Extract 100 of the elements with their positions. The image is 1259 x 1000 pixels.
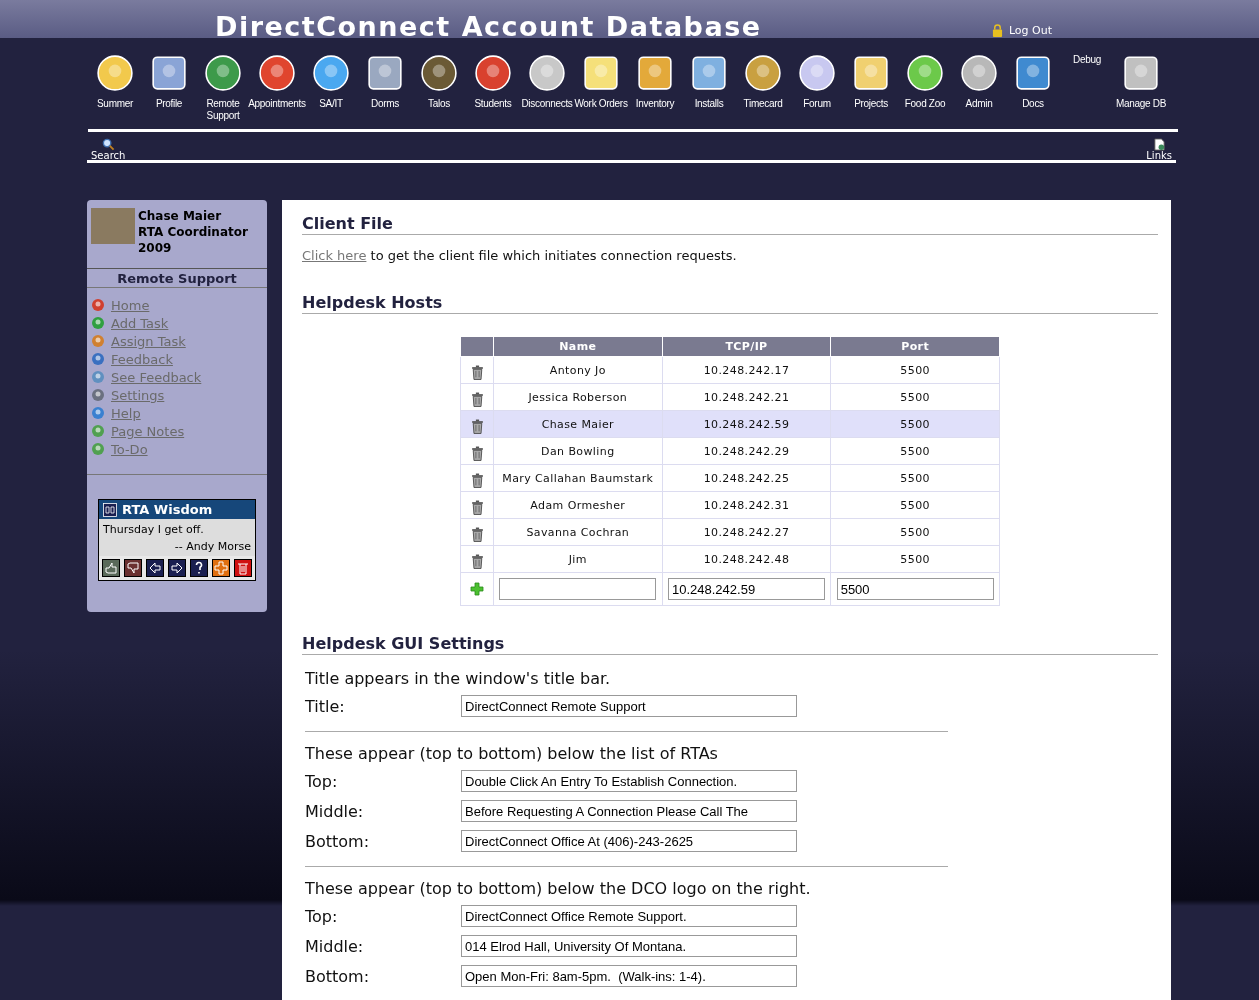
user-role: RTA Coordinator <box>138 224 248 240</box>
table-cell: Jim <box>493 545 663 573</box>
table-cell: 5500 <box>830 356 1000 384</box>
nav-item[interactable]: Disconnects <box>520 54 574 129</box>
links-link[interactable]: Links <box>1142 132 1176 160</box>
input-field[interactable]: DirectConnect Office Remote Support. <box>461 905 797 927</box>
nav-item[interactable]: Talos <box>412 54 466 129</box>
host-row[interactable]: Adam Ormesher 10.248.242.31 5500 <box>460 491 1000 519</box>
name-input[interactable] <box>499 578 657 600</box>
client-file-link[interactable]: Click here <box>302 248 367 263</box>
nav-item[interactable]: Projects <box>844 54 898 129</box>
trash-icon[interactable] <box>470 472 484 488</box>
wisdom-title: RTA Wisdom <box>122 502 213 517</box>
client-file-text: Click here to get the client file which initiates connection requests. <box>302 248 738 263</box>
logout-link[interactable]: Log Out <box>991 24 1052 38</box>
photo-placeholder <box>91 208 135 244</box>
host-row[interactable]: Chase Maier 10.248.242.59 5500 <box>460 410 1000 438</box>
nav-item[interactable]: Inventory <box>628 54 682 129</box>
site-title: DirectConnect Account Database <box>215 12 762 42</box>
nav-item[interactable]: Food Zoo <box>898 54 952 129</box>
trash-icon[interactable] <box>470 553 484 569</box>
input-field[interactable]: Open Mon-Fri: 8am-5pm. (Walk-ins: 1-4). <box>461 965 797 987</box>
add-icon[interactable] <box>212 559 230 577</box>
thumbs-up-icon[interactable] <box>102 559 120 577</box>
input-field[interactable]: 014 Elrod Hall, University Of Montana. <box>461 935 797 957</box>
nav-item[interactable]: Dorms <box>358 54 412 129</box>
quote-author: -- Andy Morse <box>173 539 252 555</box>
thumbs-down-icon[interactable] <box>124 559 142 577</box>
host-row[interactable]: Savanna Cochran 10.248.242.27 5500 <box>460 518 1000 546</box>
table-cell: Dan Bowling <box>493 437 663 465</box>
nav-item[interactable]: Work Orders <box>574 54 628 129</box>
trash-icon[interactable] <box>470 391 484 407</box>
document-icon <box>1152 138 1166 151</box>
section-heading: Client File <box>302 214 1158 235</box>
nav-item[interactable]: Students <box>466 54 520 129</box>
table-cell: Adam Ormesher <box>493 491 663 519</box>
host-row[interactable]: Mary Callahan Baumstark 10.248.242.25 5500 <box>460 464 1000 492</box>
host-row[interactable]: Antony Jo 10.248.242.17 5500 <box>460 356 1000 384</box>
table-cell: Mary Callahan Baumstark <box>493 464 663 492</box>
table-cell: Jessica Roberson <box>493 383 663 411</box>
column-header: TCP/IP <box>662 336 831 357</box>
input-field[interactable]: Before Requesting A Connection Please Call The <box>461 800 797 822</box>
section-heading: Helpdesk Hosts <box>302 293 1158 314</box>
book-icon <box>103 502 117 517</box>
table-cell: 5500 <box>830 464 1000 492</box>
table-cell: Chase Maier <box>493 410 663 438</box>
trash-icon[interactable] <box>470 526 484 542</box>
table-cell: 5500 <box>830 518 1000 546</box>
user-year: 2009 <box>138 240 173 256</box>
field-label: Bottom: <box>305 966 371 986</box>
table-cell: 10.248.242.48 <box>662 545 831 573</box>
field-label: Bottom: <box>305 831 371 851</box>
port-input[interactable]: 5500 <box>836 578 994 600</box>
nav-item[interactable]: Docs <box>1006 54 1060 129</box>
input-field[interactable]: Double Click An Entry To Establish Connection. <box>461 770 797 792</box>
table-cell: Savanna Cochran <box>493 518 663 546</box>
group-description: These appear (top to bottom) below the list of RTAs <box>305 744 719 763</box>
section-heading: Helpdesk GUI Settings <box>302 634 1158 655</box>
nav-item[interactable]: Debug <box>1060 54 1114 129</box>
input-field[interactable]: DirectConnect Remote Support <box>461 695 797 717</box>
table-cell: 10.248.242.17 <box>662 356 831 384</box>
column-header: Port <box>830 336 1000 357</box>
nav-item[interactable]: Profile <box>142 54 196 129</box>
table-cell: 5500 <box>830 545 1000 573</box>
delete-icon[interactable] <box>234 559 252 577</box>
ip-input[interactable]: 10.248.242.59 <box>668 578 825 600</box>
trash-icon[interactable] <box>470 445 484 461</box>
group-description: Title appears in the window's title bar. <box>305 669 612 688</box>
column-header: Name <box>493 336 663 357</box>
field-label: Title: <box>305 696 346 716</box>
table-cell: 10.248.242.59 <box>662 410 831 438</box>
host-row[interactable]: Jim 10.248.242.48 5500 <box>460 545 1000 573</box>
field-label: Middle: <box>305 801 365 821</box>
nav-item[interactable]: Admin <box>952 54 1006 129</box>
table-cell: 10.248.242.31 <box>662 491 831 519</box>
nav-item[interactable]: Appointments <box>250 54 304 129</box>
nav-item[interactable]: Manage DB <box>1114 54 1168 129</box>
trash-icon[interactable] <box>470 364 484 380</box>
group-description: These appear (top to bottom) below the DCO logo on the right. <box>305 879 812 898</box>
table-cell: 5500 <box>830 410 1000 438</box>
table-cell: 5500 <box>830 383 1000 411</box>
host-row[interactable]: Dan Bowling 10.248.242.29 5500 <box>460 437 1000 465</box>
field-label: Middle: <box>305 936 365 956</box>
search-link[interactable]: Search <box>87 132 130 160</box>
input-field[interactable]: DirectConnect Office At (406)-243-2625 <box>461 830 797 852</box>
field-label: Top: <box>305 771 339 791</box>
nav-item[interactable]: Timecard <box>736 54 790 129</box>
table-cell: 10.248.242.27 <box>662 518 831 546</box>
table-cell: Antony Jo <box>493 356 663 384</box>
previous-icon[interactable] <box>146 559 164 577</box>
table-cell: 10.248.242.29 <box>662 437 831 465</box>
trash-icon[interactable] <box>470 499 484 515</box>
next-icon[interactable] <box>168 559 186 577</box>
lock-icon <box>991 24 1003 37</box>
trash-icon[interactable] <box>470 418 484 434</box>
nav-item[interactable]: Forum <box>790 54 844 129</box>
host-row[interactable]: Jessica Roberson 10.248.242.21 5500 <box>460 383 1000 411</box>
table-cell: 5500 <box>830 437 1000 465</box>
nav-item[interactable]: Summer <box>88 54 142 129</box>
nav-item[interactable]: Installs <box>682 54 736 129</box>
